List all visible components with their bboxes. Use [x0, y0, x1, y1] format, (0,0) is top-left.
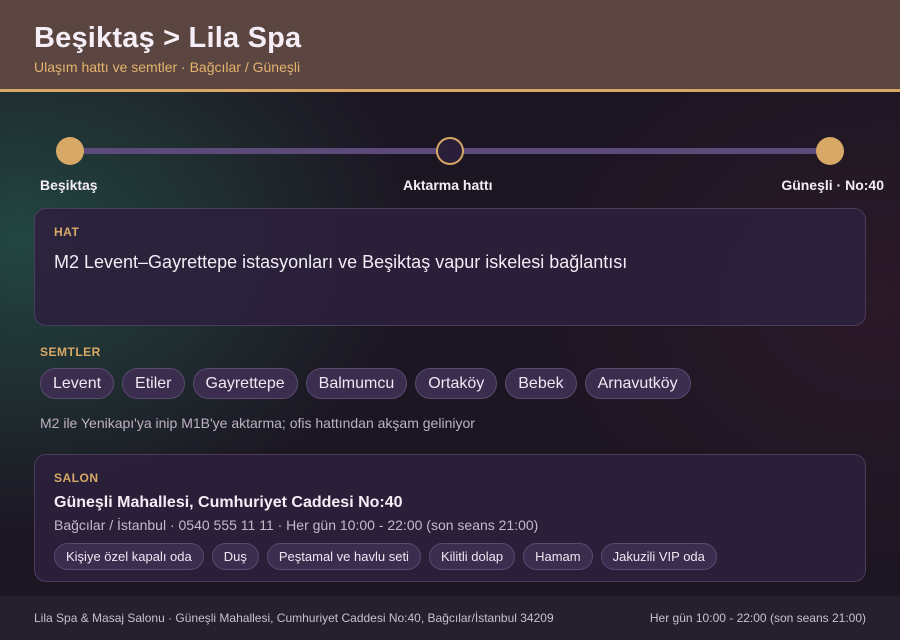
page-subtitle: Ulaşım hattı ve semtler · Bağcılar / Gün…: [34, 59, 301, 75]
amenity-list: Kişiye özel kapalı oda Duş Peştamal ve h…: [54, 543, 846, 570]
stop-end-label: Güneşli · No:40: [781, 177, 884, 193]
district-chip-levent[interactable]: Levent: [40, 368, 115, 399]
district-chip-balmumcu[interactable]: Balmumcu: [305, 368, 408, 399]
district-chip-gayrettepe[interactable]: Gayrettepe: [192, 368, 298, 399]
salon-meta: Bağcılar / İstanbul · 0540 555 11 11 · H…: [54, 517, 539, 533]
footer-address: Lila Spa & Masaj Salonu · Güneşli Mahall…: [34, 611, 554, 625]
stop-start-marker: [56, 137, 84, 165]
page-footer: Lila Spa & Masaj Salonu · Güneşli Mahall…: [0, 596, 900, 640]
route-timeline: Beşiktaş Aktarma hattı Güneşli · No:40: [0, 130, 900, 200]
line-card-label: HAT: [54, 225, 80, 239]
district-chip-bebek[interactable]: Bebek: [505, 368, 577, 399]
district-chip-arnavutkoy[interactable]: Arnavutköy: [584, 368, 691, 399]
line-card-text: M2 Levent–Gayrettepe istasyonları ve Beş…: [54, 252, 628, 272]
amenity-chip: Hamam: [523, 543, 593, 570]
district-chip-etiler[interactable]: Etiler: [122, 368, 185, 399]
stop-transfer-marker: [436, 137, 464, 165]
route-note: M2 ile Yenikapı'ya inip M1B'ye aktarma; …: [40, 415, 475, 431]
amenity-chip: Peştamal ve havlu seti: [266, 543, 421, 570]
salon-card: SALON Güneşli Mahallesi, Cumhuriyet Cadd…: [34, 454, 866, 582]
page-header: Beşiktaş > Lila Spa Ulaşım hattı ve semt…: [0, 0, 900, 92]
amenity-chip: Duş: [211, 543, 259, 570]
amenity-chip: Jakuzili VIP oda: [600, 543, 717, 570]
footer-hours: Her gün 10:00 - 22:00 (son seans 21:00): [649, 611, 866, 625]
stop-end-marker: [816, 137, 844, 165]
salon-address: Güneşli Mahallesi, Cumhuriyet Caddesi No…: [54, 494, 403, 511]
salon-card-label: SALON: [54, 471, 99, 485]
page-title: Beşiktaş > Lila Spa: [34, 22, 302, 54]
amenity-chip: Kişiye özel kapalı oda: [54, 543, 204, 570]
district-chips: Levent Etiler Gayrettepe Balmumcu Ortakö…: [40, 368, 691, 399]
district-chip-ortakoy[interactable]: Ortaköy: [415, 368, 498, 399]
stop-transfer-label: Aktarma hattı: [403, 177, 493, 193]
districts-label: SEMTLER: [40, 345, 101, 359]
stop-start-label: Beşiktaş: [40, 177, 98, 193]
amenity-chip: Kilitli dolap: [428, 543, 516, 570]
line-card: HAT M2 Levent–Gayrettepe istasyonları ve…: [34, 208, 866, 326]
